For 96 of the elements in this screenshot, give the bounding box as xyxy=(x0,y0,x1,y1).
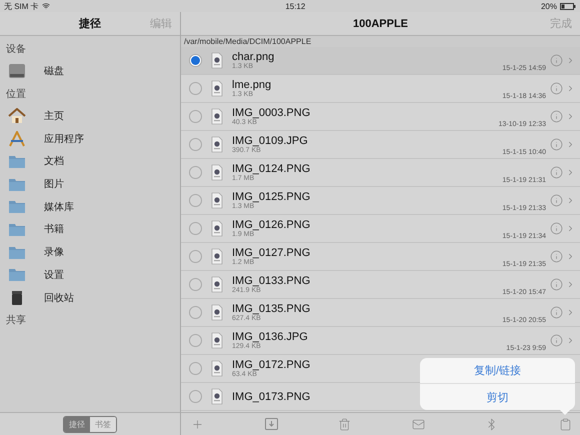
battery-icon xyxy=(560,2,576,10)
image-file-icon xyxy=(211,80,223,97)
image-file-icon xyxy=(211,276,223,293)
carrier-label: 无 SIM 卡 xyxy=(4,0,39,12)
image-file-icon xyxy=(211,192,223,209)
image-file-icon xyxy=(211,248,223,265)
info-icon[interactable] xyxy=(550,194,563,207)
section-header: 设备 xyxy=(5,43,27,57)
mail-icon[interactable] xyxy=(412,418,425,430)
folder-icon xyxy=(8,176,26,192)
file-name: IMG_0172.PNG xyxy=(232,359,310,371)
select-radio[interactable] xyxy=(189,138,202,151)
chevron-icon xyxy=(566,280,575,289)
file-name: lme.png xyxy=(232,79,272,91)
select-radio[interactable] xyxy=(189,250,202,263)
sidebar-item[interactable]: 图片 xyxy=(44,177,64,192)
image-file-icon xyxy=(211,360,223,377)
folder-icon xyxy=(8,267,26,282)
select-radio[interactable] xyxy=(189,194,202,207)
select-radio[interactable] xyxy=(189,54,202,67)
sidebar-item[interactable]: 书籍 xyxy=(44,222,64,236)
info-icon[interactable] xyxy=(550,250,563,263)
file-name: IMG_0125.PNG xyxy=(232,191,310,203)
image-file-icon xyxy=(211,52,223,69)
clock: 15:12 xyxy=(285,2,306,10)
info-icon[interactable] xyxy=(550,306,563,319)
path-label: /var/mobile/Media/DCIM/100APPLE xyxy=(181,36,580,47)
sidebar-item[interactable]: 磁盘 xyxy=(44,64,64,78)
select-radio[interactable] xyxy=(189,222,202,235)
select-radio[interactable] xyxy=(189,82,202,95)
house-icon xyxy=(8,108,26,124)
section-header: 位置 xyxy=(5,88,27,102)
sidebar-item[interactable]: 录像 xyxy=(44,245,64,260)
image-file-icon xyxy=(211,136,223,153)
battery-percent: 20% xyxy=(540,2,557,10)
image-file-icon xyxy=(211,164,223,181)
chevron-icon xyxy=(566,112,575,121)
folder-title: 100APPLE xyxy=(352,18,408,30)
info-icon[interactable] xyxy=(550,110,563,123)
chevron-icon xyxy=(566,196,575,205)
select-radio[interactable] xyxy=(189,390,202,403)
sidebar-item[interactable]: 应用程序 xyxy=(44,132,84,146)
chevron-icon xyxy=(566,308,575,317)
image-file-icon xyxy=(211,108,223,125)
sidebar-item[interactable]: 媒体库 xyxy=(44,200,74,214)
chevron-icon xyxy=(566,224,575,233)
image-file-icon xyxy=(211,332,223,349)
clipboard-icon[interactable] xyxy=(558,418,572,430)
sidebar-item[interactable]: 主页 xyxy=(44,109,64,124)
file-name: IMG_0135.PNG xyxy=(232,303,310,315)
image-file-icon xyxy=(211,220,223,237)
chevron-icon xyxy=(566,252,575,261)
chevron-icon xyxy=(566,140,575,149)
menu-item[interactable]: 剪切 xyxy=(420,384,575,410)
info-icon[interactable] xyxy=(550,82,563,95)
file-name: IMG_0124.PNG xyxy=(232,163,310,175)
folder-icon xyxy=(8,199,26,214)
select-radio[interactable] xyxy=(189,334,202,347)
sidebar-item[interactable]: 设置 xyxy=(44,268,64,282)
info-icon[interactable] xyxy=(550,166,563,179)
sidebar-item[interactable]: 回收站 xyxy=(44,290,74,305)
image-file-icon xyxy=(211,388,223,405)
add-icon[interactable] xyxy=(191,418,204,430)
file-name: IMG_0003.PNG xyxy=(232,107,310,119)
chevron-icon xyxy=(566,84,575,93)
select-radio[interactable] xyxy=(189,362,202,375)
folder-icon xyxy=(8,154,26,169)
folder-icon xyxy=(8,244,26,260)
chevron-icon xyxy=(566,336,575,345)
select-radio[interactable] xyxy=(189,306,202,319)
info-icon[interactable] xyxy=(550,334,563,347)
chevron-icon xyxy=(566,168,575,177)
menu-item[interactable]: 复制/链接 xyxy=(420,358,575,384)
select-radio[interactable] xyxy=(189,110,202,123)
trash-icon[interactable] xyxy=(338,418,352,430)
file-name: IMG_0126.PNG xyxy=(232,219,310,231)
sidebar-title: 捷径 xyxy=(79,16,101,31)
file-name: IMG_0173.PNG xyxy=(232,390,310,402)
info-icon[interactable] xyxy=(550,54,563,67)
folder-icon xyxy=(8,222,26,237)
download-tray-icon[interactable] xyxy=(264,418,278,430)
wifi-icon xyxy=(42,2,50,10)
info-icon[interactable] xyxy=(550,222,563,235)
info-icon[interactable] xyxy=(550,278,563,291)
select-radio[interactable] xyxy=(189,278,202,291)
section-header: 共享 xyxy=(5,314,27,328)
file-name: IMG_0109.JPG xyxy=(232,135,308,147)
chevron-icon xyxy=(566,56,575,65)
sidebar-item[interactable]: 文档 xyxy=(44,154,64,168)
file-name: IMG_0133.PNG xyxy=(232,275,310,287)
info-icon[interactable] xyxy=(550,138,563,151)
select-radio[interactable] xyxy=(189,166,202,179)
file-name: IMG_0136.JPG xyxy=(232,331,308,343)
file-name: char.png xyxy=(232,51,274,63)
image-file-icon xyxy=(211,304,223,321)
file-name: IMG_0127.PNG xyxy=(232,247,310,259)
